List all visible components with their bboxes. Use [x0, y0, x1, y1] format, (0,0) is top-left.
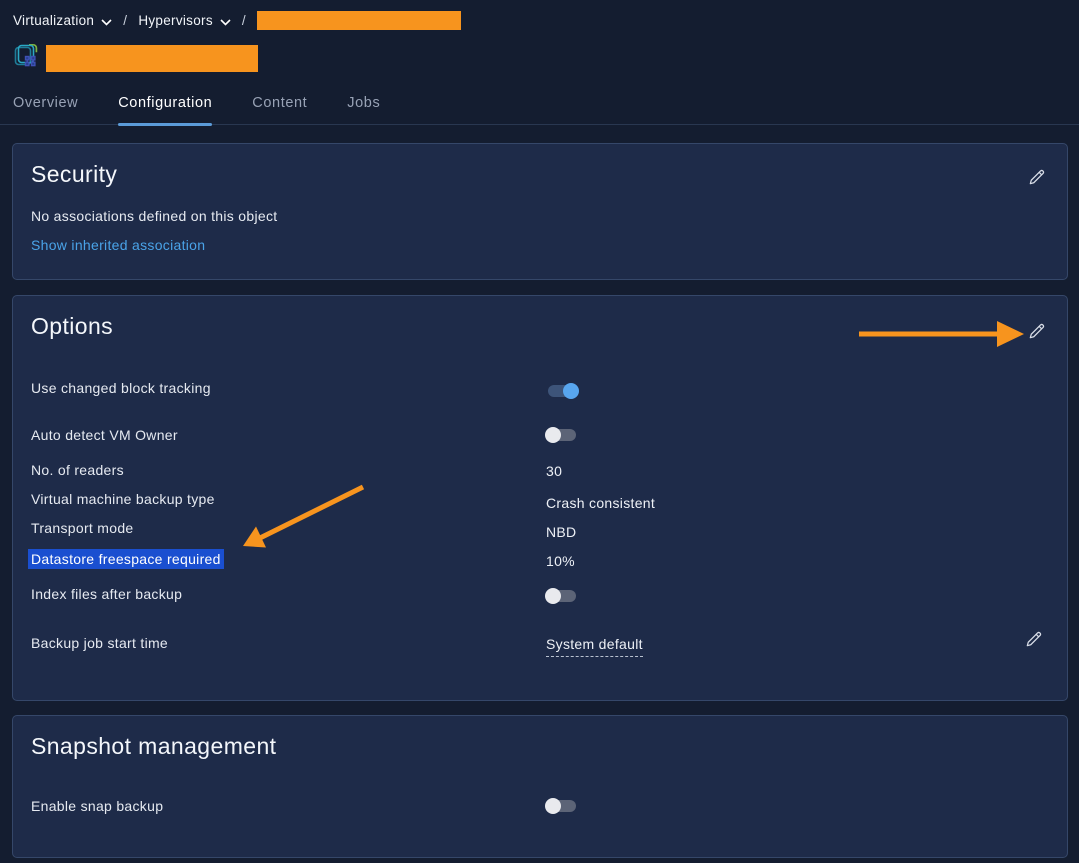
- toggle-auto-detect-vm-owner[interactable]: [545, 427, 576, 443]
- options-edit-button[interactable]: [1026, 321, 1048, 343]
- chevron-down-icon: [101, 14, 112, 29]
- option-value-vm-backup-type: Crash consistent: [546, 495, 656, 511]
- pencil-icon: [1027, 323, 1047, 344]
- page-title-redacted: [46, 44, 258, 72]
- toggle-knob: [545, 798, 561, 814]
- breadcrumb-item-hypervisors[interactable]: Hypervisors: [138, 12, 231, 29]
- option-label-datastore-freespace-required: Datastore freespace required: [28, 549, 224, 569]
- backup-job-start-time-edit-button[interactable]: [1023, 629, 1045, 651]
- options-card: Options Use changed block tracking Auto …: [12, 295, 1068, 701]
- annotation-arrow-to-datastore-label: [243, 484, 365, 548]
- selected-text-highlight: Datastore freespace required: [28, 549, 224, 569]
- option-label-backup-job-start-time: Backup job start time: [31, 635, 169, 651]
- chevron-down-icon: [220, 14, 231, 29]
- option-label-enable-snap-backup: Enable snap backup: [31, 798, 164, 814]
- breadcrumb-item-current-redacted[interactable]: [256, 11, 461, 30]
- breadcrumb-label: Hypervisors: [138, 13, 213, 28]
- tab-content[interactable]: Content: [252, 95, 307, 124]
- option-label-no-of-readers: No. of readers: [31, 462, 124, 478]
- security-edit-button[interactable]: [1026, 167, 1048, 189]
- annotation-arrow-to-edit-icon: [859, 321, 1024, 347]
- breadcrumb-separator: /: [123, 13, 128, 28]
- snapshot-card-title: Snapshot management: [31, 733, 277, 759]
- toggle-enable-snap-backup[interactable]: [545, 798, 576, 814]
- breadcrumb-item-virtualization[interactable]: Virtualization: [13, 12, 112, 29]
- pencil-icon: [1027, 169, 1047, 190]
- breadcrumb-label: Virtualization: [13, 13, 95, 28]
- snapshot-management-card: Snapshot management Enable snap backup: [12, 715, 1068, 858]
- option-value-transport-mode: NBD: [546, 524, 577, 540]
- toggle-use-changed-block-tracking[interactable]: [548, 383, 579, 399]
- security-empty-text: No associations defined on this object: [31, 208, 278, 224]
- toggle-knob: [545, 588, 561, 604]
- toggle-index-files-after-backup[interactable]: [545, 588, 576, 604]
- tab-configuration[interactable]: Configuration: [118, 95, 213, 126]
- system-default-editable-value[interactable]: System default: [546, 636, 643, 657]
- option-label-vm-backup-type: Virtual machine backup type: [31, 491, 215, 507]
- tab-bar: Overview Configuration Content Jobs: [0, 95, 1079, 126]
- toggle-knob: [563, 383, 579, 399]
- toggle-knob: [545, 427, 561, 443]
- security-card: Security No associations defined on this…: [12, 143, 1068, 280]
- option-label-use-changed-block-tracking: Use changed block tracking: [31, 380, 211, 396]
- option-label-index-files-after-backup: Index files after backup: [31, 586, 183, 602]
- option-value-no-of-readers: 30: [546, 463, 563, 479]
- tab-jobs[interactable]: Jobs: [347, 95, 380, 124]
- security-card-title: Security: [31, 161, 118, 187]
- show-inherited-association-link[interactable]: Show inherited association: [31, 237, 205, 253]
- option-label-auto-detect-vm-owner: Auto detect VM Owner: [31, 427, 178, 443]
- breadcrumb-separator: /: [241, 13, 246, 28]
- tab-overview[interactable]: Overview: [13, 95, 78, 124]
- options-card-title: Options: [31, 313, 114, 339]
- breadcrumb: Virtualization / Hypervisors /: [0, 0, 1079, 30]
- option-value-backup-job-start-time: System default: [546, 636, 643, 657]
- option-value-datastore-freespace-required: 10%: [546, 553, 575, 569]
- hypervisor-icon: [13, 42, 40, 74]
- option-label-transport-mode: Transport mode: [31, 520, 134, 536]
- pencil-icon: [1024, 631, 1044, 652]
- page-title-row: [0, 30, 1079, 74]
